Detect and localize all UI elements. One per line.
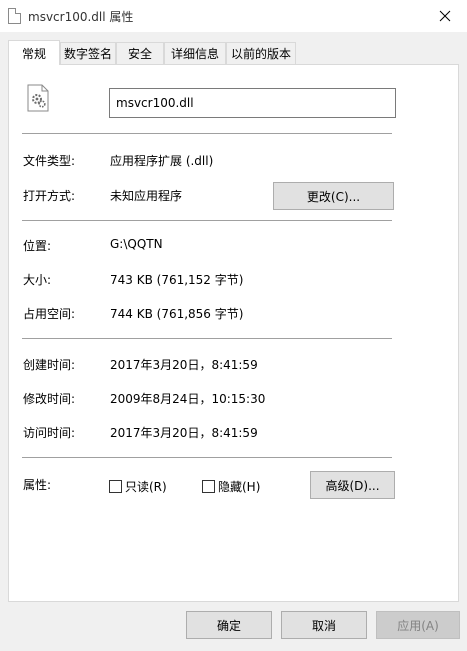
separator [22, 133, 392, 134]
hidden-checkbox-row[interactable]: 隐藏(H) [202, 478, 260, 495]
modified-label: 修改时间: [23, 392, 76, 406]
cancel-button[interactable]: 取消 [281, 611, 367, 639]
readonly-checkbox[interactable] [109, 480, 122, 493]
attributes-label: 属性: [23, 478, 52, 492]
dll-file-gear-icon [27, 84, 49, 112]
readonly-label: 只读(R) [125, 480, 167, 494]
location-value: G:\QQTN [110, 237, 163, 251]
open-with-label: 打开方式: [23, 189, 76, 203]
file-type-value: 应用程序扩展 (.dll) [110, 154, 214, 168]
tab-previous-versions[interactable]: 以前的版本 [226, 42, 296, 64]
general-panel [8, 64, 459, 602]
accessed-label: 访问时间: [23, 426, 76, 440]
location-label: 位置: [23, 239, 52, 253]
apply-button[interactable]: 应用(A) [376, 611, 460, 639]
dll-file-icon [8, 8, 21, 24]
advanced-button[interactable]: 高级(D)... [310, 471, 395, 499]
window-title: msvcr100.dll 属性 [28, 10, 134, 24]
tab-digital-signatures[interactable]: 数字签名 [60, 42, 116, 64]
accessed-value: 2017年3月20日，8:41:59 [110, 426, 258, 440]
hidden-label: 隐藏(H) [218, 480, 261, 494]
change-button[interactable]: 更改(C)... [273, 182, 394, 210]
tab-details[interactable]: 详细信息 [164, 42, 226, 64]
separator [22, 220, 392, 221]
size-label: 大小: [23, 273, 52, 287]
file-type-label: 文件类型: [23, 154, 76, 168]
close-button[interactable] [430, 4, 460, 28]
file-name-input[interactable] [109, 88, 396, 118]
created-value: 2017年3月20日，8:41:59 [110, 358, 258, 372]
separator [22, 338, 392, 339]
ok-button[interactable]: 确定 [186, 611, 272, 639]
size-on-disk-label: 占用空间: [23, 307, 76, 321]
separator [22, 457, 392, 458]
close-icon [439, 10, 451, 22]
size-on-disk-value: 744 KB (761,856 字节) [110, 307, 244, 321]
created-label: 创建时间: [23, 358, 76, 372]
tab-general[interactable]: 常规 [8, 40, 60, 65]
modified-value: 2009年8月24日，10:15:30 [110, 392, 266, 406]
open-with-value: 未知应用程序 [110, 189, 183, 203]
size-value: 743 KB (761,152 字节) [110, 273, 244, 287]
readonly-checkbox-row[interactable]: 只读(R) [109, 478, 167, 495]
hidden-checkbox[interactable] [202, 480, 215, 493]
tab-security[interactable]: 安全 [116, 42, 164, 64]
